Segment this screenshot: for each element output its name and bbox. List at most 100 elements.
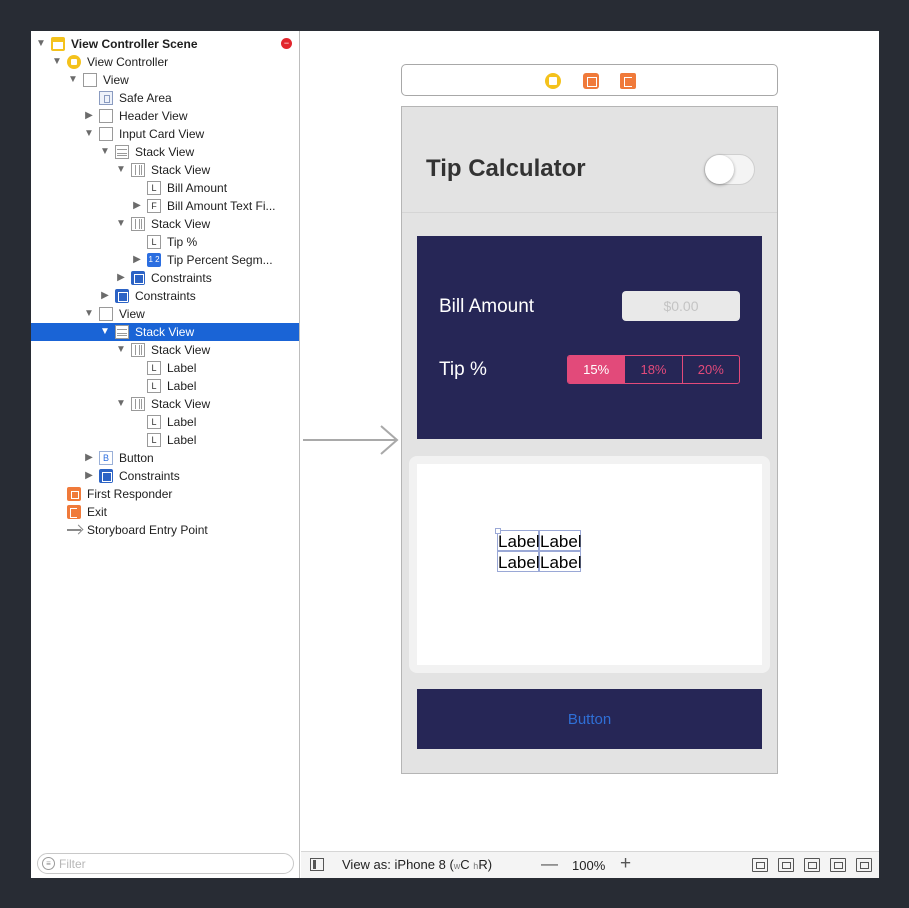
input-card-view[interactable]: Bill Amount Tip % 15% 18% 20% xyxy=(417,236,762,439)
disclosure-expanded-icon[interactable]: ▼ xyxy=(115,341,127,359)
tip-segment-18[interactable]: 18% xyxy=(624,356,681,383)
outline-row[interactable]: ▶ Header View xyxy=(31,107,299,125)
outline-row-label: Constraints xyxy=(119,469,180,483)
outline-row[interactable]: Safe Area xyxy=(31,89,299,107)
vertical-stack-icon xyxy=(115,145,129,159)
outline-row[interactable]: ▶ Constraints xyxy=(31,467,299,485)
disclosure-expanded-icon[interactable]: ▼ xyxy=(99,143,111,161)
outline-row-label: Tip % xyxy=(167,235,198,249)
align-icon[interactable] xyxy=(804,858,820,872)
outline-row-label: Label xyxy=(167,415,197,429)
view-controller-icon[interactable] xyxy=(545,73,561,89)
disclosure-collapsed-icon[interactable]: ▶ xyxy=(115,269,127,287)
outline-row-label: Storyboard Entry Point xyxy=(87,523,208,537)
resolve-issues-icon[interactable] xyxy=(856,858,872,872)
disclosure-collapsed-icon[interactable]: ▶ xyxy=(83,107,95,125)
disclosure-expanded-icon[interactable]: ▼ xyxy=(99,323,111,341)
disclosure-expanded-icon[interactable]: ▼ xyxy=(35,35,47,53)
outline-row[interactable]: ▼ Stack View xyxy=(31,143,299,161)
result-stack-view[interactable]: Label Label Label Label xyxy=(495,528,582,572)
outline-row[interactable]: Storyboard Entry Point xyxy=(31,521,299,539)
outline-row[interactable]: L Label xyxy=(31,359,299,377)
outline-row[interactable]: L Bill Amount xyxy=(31,179,299,197)
update-frames-icon[interactable] xyxy=(752,858,768,872)
filter-icon: ≡ xyxy=(42,857,55,870)
outline-row[interactable]: ▼ View Controller Scene xyxy=(31,35,299,53)
outline-row[interactable]: L Label xyxy=(31,377,299,395)
disclosure-expanded-icon[interactable]: ▼ xyxy=(83,305,95,323)
outline-row[interactable]: ▼ View xyxy=(31,305,299,323)
disclosure-collapsed-icon[interactable]: ▶ xyxy=(131,251,143,269)
outline-row[interactable]: ▶ B Button xyxy=(31,449,299,467)
outline-row[interactable]: L Label xyxy=(31,413,299,431)
result-label[interactable]: Label xyxy=(497,530,540,551)
storyboard-canvas[interactable]: Tip Calculator Bill Amount Tip % 15% 18%… xyxy=(301,31,879,851)
outline-row[interactable]: ▶ Constraints xyxy=(31,287,299,305)
outline-row-label: View Controller xyxy=(87,55,169,69)
view-as-device[interactable]: View as: iPhone 8 (wC hR) xyxy=(342,857,492,872)
outline-filter[interactable]: ≡ xyxy=(37,853,294,874)
result-view[interactable]: Label Label Label Label xyxy=(409,456,770,673)
scene-dock xyxy=(401,64,778,96)
outline-row-label: Safe Area xyxy=(119,91,172,105)
exit-icon[interactable] xyxy=(620,73,636,89)
xcode-window: ▼ View Controller Scene ▼ View Controller ▼ V… xyxy=(31,31,879,878)
outline-row-label: View Controller Scene xyxy=(71,37,198,51)
disclosure-expanded-icon[interactable]: ▼ xyxy=(115,161,127,179)
entry-point-icon xyxy=(67,529,81,531)
outline-row[interactable]: ▶ F Bill Amount Text Fi... xyxy=(31,197,299,215)
outline-row-label: View xyxy=(119,307,145,321)
calculate-button[interactable]: Button xyxy=(417,689,762,749)
outline-row[interactable]: ▼ Stack View xyxy=(31,341,299,359)
error-indicator-icon[interactable]: − xyxy=(281,38,292,49)
embed-in-stack-icon[interactable] xyxy=(778,858,794,872)
outline-row[interactable]: L Tip % xyxy=(31,233,299,251)
disclosure-expanded-icon[interactable]: ▼ xyxy=(51,53,63,71)
disclosure-expanded-icon[interactable]: ▼ xyxy=(83,125,95,143)
outline-row[interactable]: ▼ Stack View xyxy=(31,215,299,233)
constraints-icon xyxy=(99,469,113,483)
entry-point-arrow-icon[interactable] xyxy=(301,424,401,456)
outline-row-label: View xyxy=(103,73,129,87)
disclosure-collapsed-icon[interactable]: ▶ xyxy=(99,287,111,305)
disclosure-expanded-icon[interactable]: ▼ xyxy=(115,215,127,233)
filter-input[interactable] xyxy=(59,856,284,871)
outline-row[interactable]: First Responder xyxy=(31,485,299,503)
horizontal-stack-icon xyxy=(131,163,145,177)
header-view[interactable]: Tip Calculator xyxy=(402,107,777,213)
outline-row[interactable]: ▼ Stack View xyxy=(31,161,299,179)
tip-segment-20[interactable]: 20% xyxy=(681,356,739,383)
outline-row[interactable]: ▼ Stack View xyxy=(31,395,299,413)
disclosure-collapsed-icon[interactable]: ▶ xyxy=(131,197,143,215)
zoom-out-button[interactable]: — xyxy=(541,854,558,874)
zoom-in-button[interactable]: + xyxy=(620,853,631,875)
result-label[interactable]: Label xyxy=(539,551,582,572)
disclosure-collapsed-icon[interactable]: ▶ xyxy=(83,449,95,467)
tip-segment-15[interactable]: 15% xyxy=(568,356,625,383)
label-icon: L xyxy=(147,415,161,429)
outline-row[interactable]: ▼ View Controller xyxy=(31,53,299,71)
tip-percent-segmented-control[interactable]: 15% 18% 20% xyxy=(567,355,740,384)
outline-row[interactable]: L Label xyxy=(31,431,299,449)
view-controller-scene[interactable]: Tip Calculator Bill Amount Tip % 15% 18%… xyxy=(401,106,778,774)
view-as-prefix: View as: iPhone 8 ( xyxy=(342,857,454,872)
result-label[interactable]: Label xyxy=(539,530,582,551)
bill-amount-field[interactable] xyxy=(622,291,740,321)
result-label[interactable]: Label xyxy=(497,551,540,572)
disclosure-none xyxy=(131,377,143,395)
first-responder-icon[interactable] xyxy=(583,73,599,89)
outline-row[interactable]: ▶ Constraints xyxy=(31,269,299,287)
outline-row[interactable]: ▼ Input Card View xyxy=(31,125,299,143)
outline-row[interactable]: ▶ 1 2 Tip Percent Segm... xyxy=(31,251,299,269)
disclosure-none xyxy=(131,179,143,197)
disclosure-collapsed-icon[interactable]: ▶ xyxy=(83,467,95,485)
toggle-outline-icon[interactable] xyxy=(310,858,324,871)
view-icon xyxy=(99,109,113,123)
outline-row[interactable]: ▼ Stack View xyxy=(31,323,299,341)
outline-row[interactable]: ▼ View xyxy=(31,71,299,89)
theme-toggle[interactable] xyxy=(704,154,755,185)
disclosure-expanded-icon[interactable]: ▼ xyxy=(67,71,79,89)
outline-row[interactable]: Exit xyxy=(31,503,299,521)
disclosure-expanded-icon[interactable]: ▼ xyxy=(115,395,127,413)
add-constraints-icon[interactable] xyxy=(830,858,846,872)
